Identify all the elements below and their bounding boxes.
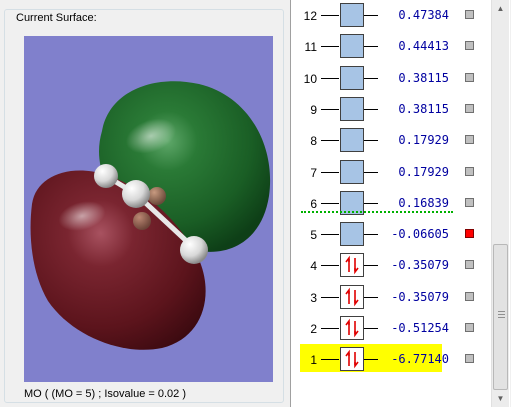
mo-scrollbar[interactable]: ▲ ▼ bbox=[491, 0, 509, 407]
scrollbar-thumb[interactable] bbox=[493, 244, 508, 390]
virtual-orbital-box[interactable] bbox=[340, 66, 364, 90]
electron-pair-arrows-icon bbox=[345, 318, 359, 338]
electron-pair-arrows-icon bbox=[345, 349, 359, 369]
mo-row[interactable]: 5 -0.06605 bbox=[291, 221, 491, 249]
mo-index: 7 bbox=[310, 166, 317, 180]
virtual-orbital-box[interactable] bbox=[340, 222, 364, 246]
level-line-left bbox=[321, 203, 339, 204]
occupied-orbital-box[interactable] bbox=[340, 253, 364, 277]
surface-toggle[interactable] bbox=[465, 104, 474, 113]
surface-toggle[interactable] bbox=[465, 73, 474, 82]
level-line-left bbox=[321, 359, 339, 360]
mo-index: 2 bbox=[310, 322, 317, 336]
level-line-left bbox=[321, 172, 339, 173]
mo-row[interactable]: 12 0.47384 bbox=[291, 2, 491, 30]
mo-energy-value: -0.35079 bbox=[391, 258, 449, 272]
mo-index: 6 bbox=[310, 197, 317, 211]
surface-toggle[interactable] bbox=[465, 10, 474, 19]
mo-energy-value: 0.47384 bbox=[391, 8, 449, 22]
orbital-rendering bbox=[30, 81, 271, 350]
hydrogen-atom bbox=[180, 236, 208, 264]
mo-row[interactable]: 6 0.16839 bbox=[291, 190, 491, 218]
mo-energy-value: 0.38115 bbox=[391, 102, 449, 116]
surface-toggle-active[interactable] bbox=[465, 229, 474, 238]
surface-toggle[interactable] bbox=[465, 41, 474, 50]
mo-row[interactable]: 2 -0.51254 bbox=[291, 315, 491, 343]
mo-row[interactable]: 3 -0.35079 bbox=[291, 284, 491, 312]
mo-energy-value: 0.38115 bbox=[391, 71, 449, 85]
virtual-orbital-box[interactable] bbox=[340, 3, 364, 27]
surface-toggle[interactable] bbox=[465, 198, 474, 207]
hydrogen-atom bbox=[94, 164, 118, 188]
mo-index: 10 bbox=[303, 72, 317, 86]
mo-row[interactable]: 11 0.44413 bbox=[291, 33, 491, 61]
mo-row[interactable]: 1 -6.77140 bbox=[291, 344, 491, 374]
mo-energy-value: 0.16839 bbox=[391, 196, 449, 210]
hydrogen-atom bbox=[122, 180, 150, 208]
mo-energy-value: 0.17929 bbox=[391, 133, 449, 147]
mo-index: 12 bbox=[303, 9, 317, 23]
mo-index: 9 bbox=[310, 103, 317, 117]
scroll-down-arrow-icon[interactable]: ▼ bbox=[492, 390, 509, 407]
electron-pair-arrows-icon bbox=[345, 255, 359, 275]
mo-energy-value: 0.44413 bbox=[391, 39, 449, 53]
orbital-3d-viewport[interactable] bbox=[24, 36, 273, 382]
virtual-orbital-box[interactable] bbox=[340, 128, 364, 152]
mo-index: 4 bbox=[310, 259, 317, 273]
mo-energy-value: -6.77140 bbox=[391, 352, 449, 366]
surface-toggle[interactable] bbox=[465, 260, 474, 269]
mo-index: 1 bbox=[310, 353, 317, 367]
mo-row[interactable]: 10 0.38115 bbox=[291, 65, 491, 93]
surface-toggle[interactable] bbox=[465, 135, 474, 144]
scroll-up-arrow-icon[interactable]: ▲ bbox=[492, 0, 509, 17]
level-line-left bbox=[321, 328, 339, 329]
level-line-left bbox=[321, 265, 339, 266]
mo-row[interactable]: 7 0.17929 bbox=[291, 159, 491, 187]
carbon-atom bbox=[133, 212, 151, 230]
surface-toggle[interactable] bbox=[465, 167, 474, 176]
level-line-left bbox=[321, 297, 339, 298]
mo-energy-value: -0.35079 bbox=[391, 290, 449, 304]
mo-energy-panel[interactable]: 12 0.47384 11 0.44413 10 0.38115 9 0.38115 8… bbox=[290, 0, 510, 407]
surface-toggle[interactable] bbox=[465, 292, 474, 301]
virtual-orbital-box[interactable] bbox=[340, 34, 364, 58]
mo-index: 3 bbox=[310, 291, 317, 305]
homo-lumo-divider bbox=[301, 211, 453, 213]
mo-row[interactable]: 4 -0.35079 bbox=[291, 252, 491, 280]
surface-toggle[interactable] bbox=[465, 323, 474, 332]
occupied-orbital-box[interactable] bbox=[340, 285, 364, 309]
mo-index: 5 bbox=[310, 228, 317, 242]
mo-energy-value: 0.17929 bbox=[391, 165, 449, 179]
occupied-orbital-box[interactable] bbox=[340, 347, 364, 371]
mo-index: 11 bbox=[304, 40, 317, 54]
virtual-orbital-box[interactable] bbox=[340, 97, 364, 121]
occupied-orbital-box[interactable] bbox=[340, 316, 364, 340]
level-line-left bbox=[321, 234, 339, 235]
level-line-left bbox=[321, 46, 339, 47]
mo-row[interactable]: 8 0.17929 bbox=[291, 127, 491, 155]
level-line-left bbox=[321, 78, 339, 79]
current-surface-title: Current Surface: bbox=[14, 12, 99, 24]
level-line-left bbox=[321, 140, 339, 141]
mo-energy-value: -0.06605 bbox=[391, 227, 449, 241]
electron-pair-arrows-icon bbox=[345, 287, 359, 307]
current-surface-group: Current Surface: MO ((MO = 5) ; Isovalu… bbox=[4, 9, 284, 403]
level-line-left bbox=[321, 15, 339, 16]
level-line-left bbox=[321, 109, 339, 110]
surface-info-caption: MO ( (MO = 5) ; Isovalue = 0.02 ) bbox=[24, 388, 186, 400]
mo-energy-value: -0.51254 bbox=[391, 321, 449, 335]
virtual-orbital-box[interactable] bbox=[340, 160, 364, 184]
surface-toggle[interactable] bbox=[465, 354, 474, 363]
carbon-atom bbox=[148, 187, 166, 205]
mo-index: 8 bbox=[310, 134, 317, 148]
mo-row[interactable]: 9 0.38115 bbox=[291, 96, 491, 124]
